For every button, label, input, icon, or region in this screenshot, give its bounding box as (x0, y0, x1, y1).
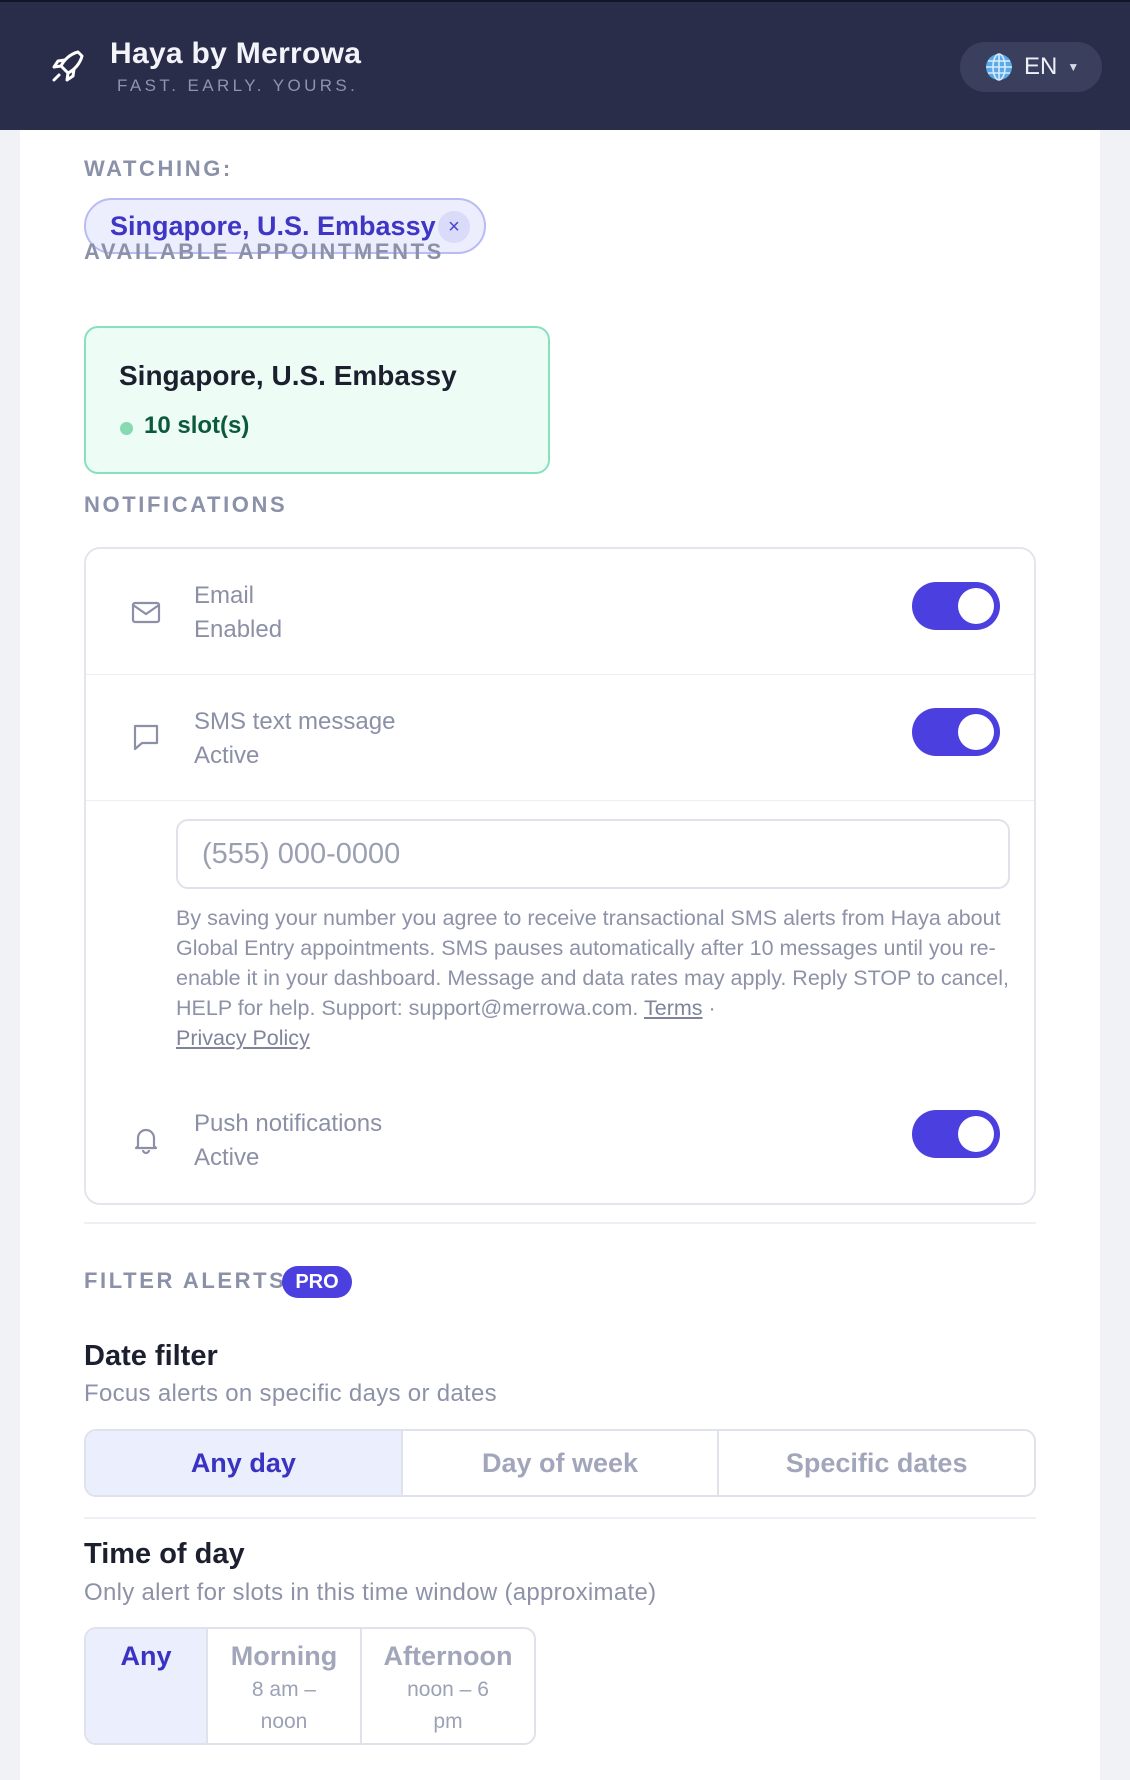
push-toggle[interactable] (912, 1110, 1000, 1158)
main-card: WATCHING: Singapore, U.S. Embassy × AVAI… (20, 130, 1100, 1780)
mail-icon (131, 601, 161, 624)
notifications-panel: Email Enabled SMS text message Active By… (84, 547, 1036, 1205)
push-status: Active (194, 1144, 260, 1171)
appointment-location: Singapore, U.S. Embassy (119, 360, 457, 391)
push-notification-row: Push notifications Active (86, 1077, 1034, 1203)
section-divider (84, 1517, 1036, 1519)
time-option-label: Afternoon (383, 1641, 513, 1671)
toggle-knob (958, 714, 994, 750)
sms-consent-text: By saving your number you agree to recei… (176, 903, 1016, 1053)
time-of-day-selector: Any Morning 8 am – noon Afternoon noon –… (84, 1627, 536, 1745)
rocket-logo-icon (52, 50, 84, 82)
availability-dot (120, 422, 133, 435)
time-of-day-description: Only alert for slots in this time window… (84, 1579, 657, 1606)
watching-chip-label: Singapore, U.S. Embassy (110, 210, 436, 241)
notifications-label: NOTIFICATIONS (84, 492, 288, 517)
pro-badge: PRO (282, 1266, 352, 1298)
sms-toggle[interactable] (912, 708, 1000, 756)
brand-tagline: FAST. EARLY. YOURS. (117, 76, 359, 95)
terms-link[interactable]: Terms (644, 996, 703, 1020)
globe-icon (986, 53, 1012, 81)
language-selector[interactable]: EN ▼ (960, 42, 1102, 92)
date-filter-description: Focus alerts on specific days or dates (84, 1380, 497, 1407)
push-title: Push notifications (194, 1110, 383, 1137)
time-option-range: noon (260, 1710, 308, 1733)
section-divider (84, 1222, 1036, 1224)
time-option-any[interactable]: Any (86, 1629, 208, 1743)
time-option-afternoon[interactable]: Afternoon noon – 6 pm (362, 1629, 534, 1743)
toggle-knob (958, 588, 994, 624)
filter-alerts-label: FILTER ALERTS (84, 1268, 287, 1293)
email-status: Enabled (194, 616, 283, 643)
time-option-range: pm (433, 1710, 463, 1733)
brand-title: Haya by Merrowa (110, 37, 362, 70)
email-notification-row: Email Enabled (86, 549, 1034, 675)
email-toggle[interactable] (912, 582, 1000, 630)
app-header: Haya by Merrowa FAST. EARLY. YOURS. EN ▼ (0, 0, 1130, 130)
watching-label: WATCHING: (84, 156, 233, 181)
time-option-label: Any (120, 1641, 172, 1671)
appointment-card[interactable]: Singapore, U.S. Embassy 10 slot(s) (84, 326, 550, 474)
time-of-day-title: Time of day (84, 1538, 245, 1570)
date-filter-selector: Any day Day of week Specific dates (84, 1429, 1036, 1497)
available-appointments-label: AVAILABLE APPOINTMENTS (84, 239, 444, 264)
date-option-any-day[interactable]: Any day (86, 1431, 403, 1495)
caret-down-icon: ▼ (1067, 60, 1080, 74)
date-option-day-of-week[interactable]: Day of week (403, 1431, 720, 1495)
sms-title: SMS text message (194, 708, 396, 735)
sms-notification-row: SMS text message Active (86, 675, 1034, 801)
slot-count: 10 slot(s) (144, 412, 250, 439)
time-option-morning[interactable]: Morning 8 am – noon (208, 1629, 362, 1743)
link-separator: · (708, 996, 716, 1020)
toggle-knob (958, 1116, 994, 1152)
bell-icon (134, 1128, 158, 1155)
phone-number-input[interactable] (176, 819, 1010, 889)
date-filter-title: Date filter (84, 1340, 218, 1372)
sms-status: Active (194, 742, 260, 769)
time-option-range: 8 am – (251, 1678, 317, 1701)
message-bubble-icon (133, 724, 159, 751)
time-option-range: noon – 6 (407, 1678, 489, 1701)
language-label: EN (1024, 53, 1058, 80)
email-title: Email (194, 582, 255, 609)
time-option-label: Morning (230, 1641, 338, 1671)
date-option-specific-dates[interactable]: Specific dates (719, 1431, 1034, 1495)
privacy-policy-link[interactable]: Privacy Policy (176, 1026, 310, 1050)
sms-consent-body: By saving your number you agree to recei… (176, 906, 1010, 1020)
